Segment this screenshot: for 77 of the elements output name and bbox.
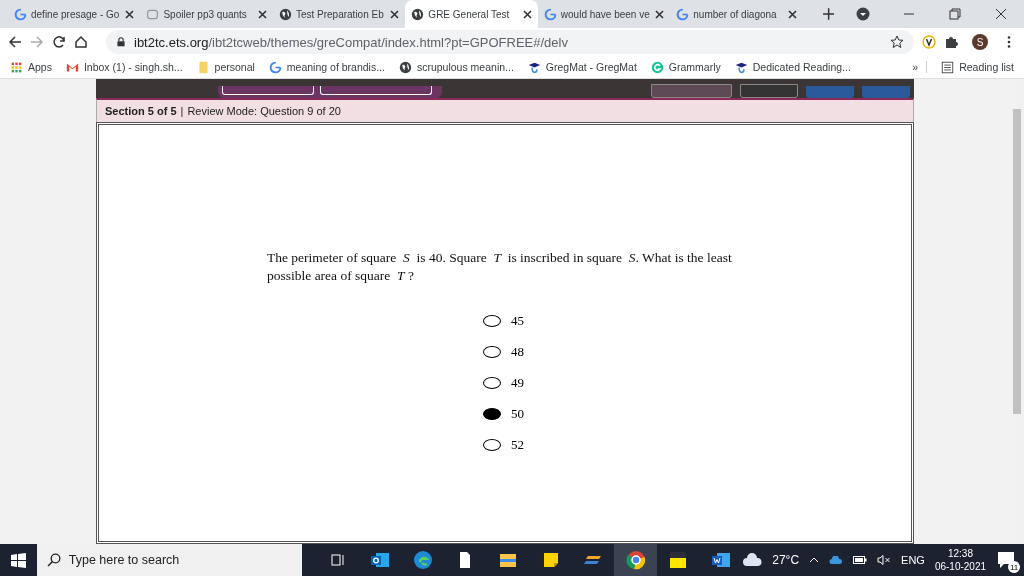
windows-logo-icon[interactable] — [10, 552, 26, 568]
taskbar-search-field[interactable]: Type here to search — [36, 544, 303, 576]
chevron-up-icon[interactable] — [809, 557, 820, 563]
globe-icon — [411, 7, 425, 21]
header-button[interactable] — [740, 84, 798, 98]
radio-button[interactable] — [483, 346, 501, 358]
browser-tab[interactable]: GRE General Test — [405, 0, 538, 28]
outlook-icon[interactable] — [370, 550, 391, 570]
folder-icon — [196, 60, 210, 74]
home-icon[interactable] — [74, 35, 88, 49]
bookmark[interactable]: Dedicated Reading... — [734, 60, 851, 74]
globe-icon — [278, 7, 292, 21]
radio-button[interactable] — [483, 315, 501, 327]
answer-option[interactable]: 45 — [511, 313, 524, 329]
star-icon[interactable] — [890, 35, 904, 49]
back-arrow-icon[interactable] — [8, 35, 22, 49]
puzzle-piece-icon[interactable] — [944, 35, 958, 49]
reload-icon[interactable] — [52, 35, 66, 49]
chrome-icon[interactable] — [625, 550, 646, 570]
bookmark[interactable]: personal — [196, 60, 255, 74]
cloud-icon[interactable] — [742, 553, 763, 567]
more-bookmarks-chevron[interactable]: » — [912, 61, 928, 73]
review-mode-label: Review Mode: Question 9 of 20 — [187, 105, 341, 117]
radio-button[interactable] — [483, 439, 501, 451]
browser-tab[interactable]: define presage - Go — [8, 0, 141, 28]
answer-option[interactable]: 49 — [511, 375, 524, 391]
bookmark[interactable]: GregMat - GregMat — [527, 60, 637, 74]
bookmark[interactable]: Grammarly — [650, 60, 721, 74]
bookmark[interactable]: Inbox (1) - singh.sh... — [65, 60, 183, 74]
app-tile-icon[interactable] — [668, 550, 689, 570]
section-label: Section 5 of 5 — [105, 105, 177, 117]
close-icon[interactable] — [257, 9, 267, 19]
edge-icon[interactable] — [412, 550, 433, 570]
graduation-cap-icon — [734, 60, 748, 74]
language-indicator[interactable]: ENG — [901, 554, 925, 566]
close-icon[interactable] — [787, 9, 797, 19]
globe-icon — [398, 60, 412, 74]
question-text: The perimeter of square S is 40. Square T is inscribed in square S. What is the least possible area of square T ? — [267, 249, 733, 285]
browser-tab[interactable]: number of diagona — [670, 0, 803, 28]
notification-icon[interactable] — [996, 550, 1017, 570]
grammarly-icon — [650, 60, 664, 74]
lock-icon — [116, 35, 126, 49]
page-icon — [146, 7, 160, 21]
battery-icon[interactable] — [853, 556, 868, 564]
close-icon[interactable] — [125, 9, 135, 19]
bookmark[interactable]: scrupulous meanin... — [398, 60, 514, 74]
answer-option[interactable]: 48 — [511, 344, 524, 360]
close-icon[interactable] — [655, 9, 665, 19]
google-icon — [14, 7, 27, 21]
profile-avatar[interactable]: S — [972, 34, 988, 50]
radio-button[interactable] — [483, 408, 501, 420]
answer-option[interactable]: 52 — [511, 437, 524, 453]
address-bar[interactable]: ibt2tc.ets.org/ibt2tcweb/themes/greCompat/index.html?pt=GPOFREE#/delv — [106, 30, 914, 54]
separator: | — [180, 105, 184, 117]
browser-tab[interactable]: would have been ve — [537, 0, 671, 28]
browser-tab[interactable]: Spoiler pp3 quants — [140, 0, 273, 28]
google-icon — [543, 7, 557, 21]
list-icon — [941, 60, 955, 74]
apps-grid-icon — [10, 60, 23, 74]
temperature[interactable]: 27°C — [772, 553, 800, 567]
bookmark[interactable]: Apps — [10, 60, 52, 74]
bookmark[interactable]: meaning of brandis... — [268, 60, 385, 74]
close-icon[interactable] — [390, 9, 400, 19]
answer-option[interactable]: 50 — [511, 406, 524, 422]
radio-button[interactable] — [483, 377, 501, 389]
google-icon — [676, 7, 690, 21]
notification-count: 11 — [1008, 561, 1021, 573]
browser-tab[interactable]: Test Preparation Eb — [272, 0, 406, 28]
close-icon[interactable] — [522, 9, 532, 19]
muted-speaker-icon[interactable] — [877, 555, 892, 565]
clock[interactable]: 12:38 06-10-2021 — [934, 547, 987, 573]
reading-list-button[interactable]: Reading list — [941, 60, 1014, 74]
google-icon — [268, 60, 282, 74]
search-icon — [46, 553, 61, 567]
graduation-cap-icon — [527, 60, 541, 74]
word-icon[interactable] — [710, 550, 731, 570]
extension-v-icon[interactable] — [922, 35, 936, 49]
